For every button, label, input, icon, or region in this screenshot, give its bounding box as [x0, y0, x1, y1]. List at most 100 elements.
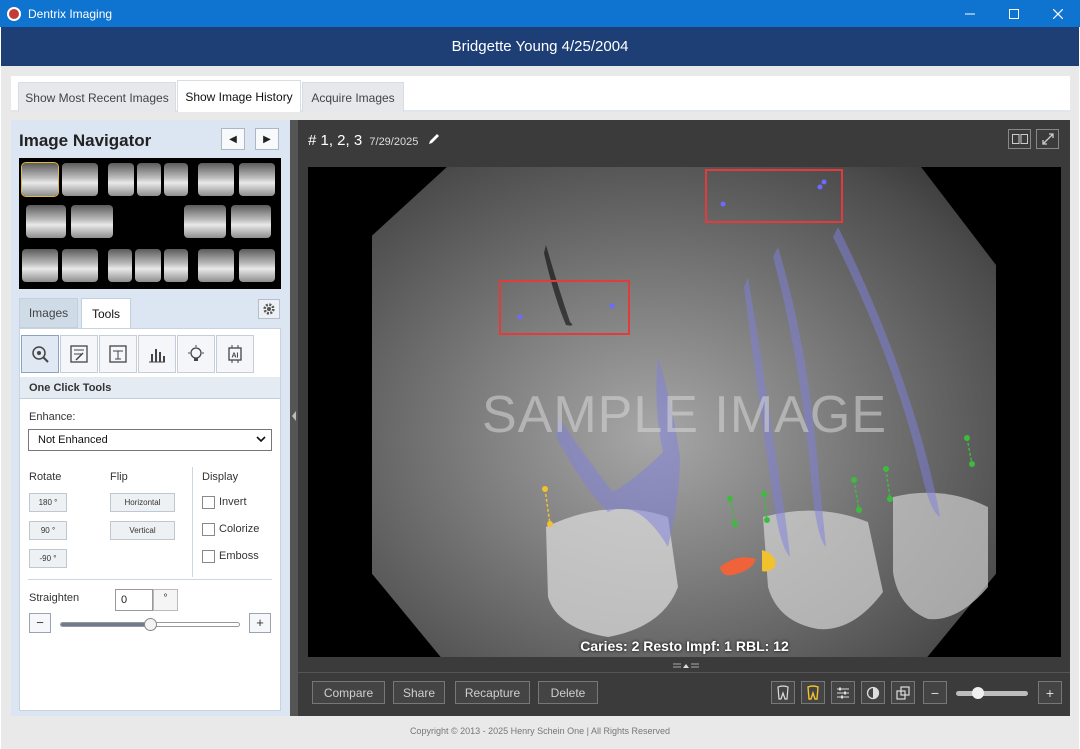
enhance-select[interactable]: Not Enhanced — [28, 429, 272, 451]
contrast-button[interactable] — [861, 681, 885, 704]
enhance-label: Enhance: — [29, 411, 76, 423]
tool-annotate-button[interactable] — [60, 335, 98, 373]
svg-text:AI: AI — [232, 353, 239, 360]
invert-checkbox[interactable] — [202, 496, 215, 509]
zoom-slider[interactable] — [956, 687, 1028, 699]
image-title: # 1, 2, 3 7/29/2025 — [308, 132, 441, 149]
delete-button[interactable]: Delete — [538, 681, 598, 704]
rbl-measure-line — [853, 479, 860, 511]
thumbnail-image[interactable] — [108, 249, 132, 282]
tab-acquire-images[interactable]: Acquire Images — [302, 82, 404, 112]
contrast-icon — [866, 686, 880, 699]
colorize-checkbox[interactable] — [202, 523, 215, 536]
tool-measure-button[interactable] — [99, 335, 137, 373]
thumbnail-image[interactable] — [135, 249, 161, 282]
navigator-prev-button[interactable]: ◀ — [221, 128, 245, 150]
tab-show-image-history[interactable]: Show Image History — [177, 80, 301, 112]
straighten-slider[interactable] — [60, 618, 240, 631]
emboss-checkbox[interactable] — [202, 550, 215, 563]
drawer-handle-icon[interactable] — [673, 662, 699, 670]
thumbnail-image[interactable] — [164, 249, 188, 282]
tool-brightness-button[interactable] — [177, 335, 215, 373]
tool-histogram-button[interactable] — [138, 335, 176, 373]
chevron-down-icon — [256, 436, 266, 443]
sample-watermark: SAMPLE IMAGE — [482, 386, 887, 444]
thumbnail-image[interactable] — [164, 163, 188, 196]
lightbulb-icon — [188, 345, 204, 361]
annotate-icon — [70, 345, 88, 363]
adjustments-button[interactable] — [831, 681, 855, 704]
thumbnail-image[interactable] — [239, 163, 275, 196]
split-view-button[interactable] — [1008, 129, 1031, 149]
tooth-crown — [893, 492, 988, 620]
settings-button[interactable] — [258, 299, 280, 319]
tab-tools[interactable]: Tools — [81, 298, 131, 328]
tool-one-click-button[interactable] — [21, 335, 59, 373]
layers-icon — [896, 685, 910, 700]
recapture-button[interactable]: Recapture — [455, 681, 530, 704]
tooth-highlight-button[interactable] — [801, 681, 825, 704]
ai-chip-icon: AI — [228, 345, 242, 363]
minimize-button[interactable] — [948, 0, 992, 27]
thumbnail-image[interactable] — [198, 163, 234, 196]
tools-panel: AI One Click Tools Enhance: Not Enhanced… — [19, 328, 281, 711]
thumbnail-image[interactable] — [21, 162, 59, 197]
divider — [192, 467, 193, 577]
flip-vertical-button[interactable]: Vertical — [110, 521, 175, 540]
zoom-slider-handle[interactable] — [971, 687, 984, 699]
image-viewer: # 1, 2, 3 7/29/2025 SAMPLE IMAGE Caries:… — [298, 120, 1070, 716]
thumbnail-image[interactable] — [198, 249, 234, 282]
thumbnail-image[interactable] — [239, 249, 275, 282]
share-button[interactable]: Share — [393, 681, 445, 704]
zoom-out-button[interactable]: − — [923, 681, 947, 704]
thumbnail-image[interactable] — [137, 163, 161, 196]
thumbnail-image[interactable] — [22, 249, 58, 282]
tool-ai-button[interactable]: AI — [216, 335, 254, 373]
zoom-in-button[interactable]: + — [1038, 681, 1062, 704]
tool-category-bar: AI — [20, 335, 282, 373]
expand-icon — [1041, 133, 1054, 145]
thumbnail-image[interactable] — [231, 205, 271, 238]
thumbnail-image[interactable] — [184, 205, 226, 238]
straighten-slider-handle[interactable] — [144, 618, 157, 631]
rbl-measure-line — [763, 493, 768, 521]
straighten-input[interactable]: 0 — [115, 589, 153, 611]
marker-point — [609, 303, 615, 309]
tooth-outline-button[interactable] — [771, 681, 795, 704]
finding-box[interactable] — [705, 169, 843, 223]
flip-horizontal-button[interactable]: Horizontal — [110, 493, 175, 512]
image-teeth-numbers: # 1, 2, 3 — [308, 132, 363, 149]
fullscreen-button[interactable] — [1036, 129, 1059, 149]
close-button[interactable] — [1036, 0, 1080, 27]
straighten-decrease-button[interactable]: − — [29, 613, 51, 633]
tab-show-most-recent-images[interactable]: Show Most Recent Images — [18, 82, 176, 112]
pencil-edit-icon[interactable] — [427, 132, 441, 146]
image-navigator-title: Image Navigator — [19, 131, 152, 150]
caries-marking — [720, 557, 756, 576]
tab-images[interactable]: Images — [19, 298, 78, 328]
thumbnail-image[interactable] — [26, 205, 66, 238]
rotate-180-button[interactable]: 180 ° — [29, 493, 67, 512]
marker-point — [817, 184, 823, 190]
straighten-increase-button[interactable]: + — [249, 613, 271, 633]
findings-summary: Caries: 2 Resto Impf: 1 RBL: 12 — [580, 638, 789, 654]
invert-label: Invert — [219, 496, 247, 508]
rotate-90-button[interactable]: 90 ° — [29, 521, 67, 540]
panel-splitter[interactable] — [290, 120, 298, 716]
thumbnail-image[interactable] — [108, 163, 134, 196]
triangle-right-icon: ▶ — [263, 133, 271, 145]
window-titlebar: Dentrix Imaging — [0, 0, 1080, 27]
compare-button[interactable]: Compare — [312, 681, 385, 704]
layers-button[interactable] — [891, 681, 915, 704]
thumbnail-image[interactable] — [71, 205, 113, 238]
maximize-button[interactable] — [992, 0, 1036, 27]
xray-image-canvas[interactable]: SAMPLE IMAGE Caries: 2 Resto Impf: 1 RBL… — [308, 167, 1061, 657]
split-view-icon — [1011, 134, 1028, 144]
window-title: Dentrix Imaging — [28, 6, 113, 21]
rotate-minus-90-button[interactable]: -90 ° — [29, 549, 67, 568]
thumbnail-image[interactable] — [62, 163, 98, 196]
root-canal-marking — [833, 227, 940, 517]
navigator-next-button[interactable]: ▶ — [255, 128, 279, 150]
thumbnail-image[interactable] — [62, 249, 98, 282]
display-label: Display — [202, 471, 239, 483]
